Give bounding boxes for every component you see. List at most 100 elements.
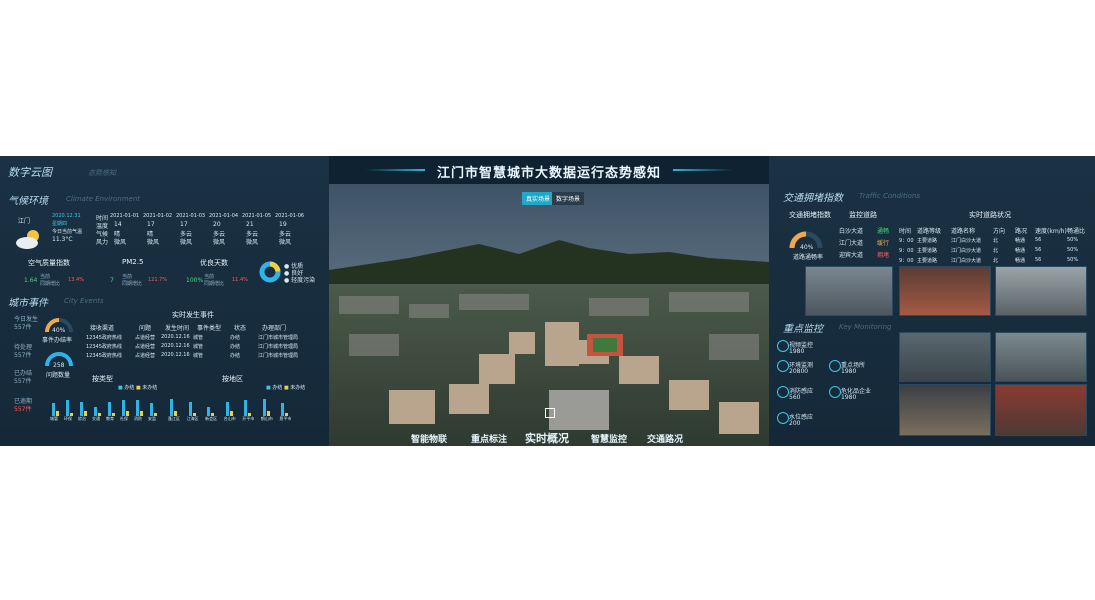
traffic-header: 方向: [993, 228, 1006, 235]
traffic-cell: 主要道路: [917, 238, 938, 244]
camera-feed-7[interactable]: [995, 384, 1087, 436]
table-cell: 办结: [230, 353, 241, 359]
nav-overview[interactable]: 实时概况: [525, 430, 569, 446]
by-type-title: 按类型: [92, 375, 113, 383]
good-days-value: 100%: [186, 277, 204, 284]
legend-light-pollution: ● 轻度污染: [284, 277, 316, 284]
today-temp: 11.3°C: [52, 236, 73, 243]
events-title: 城市事件: [8, 298, 48, 309]
camera-feed-4[interactable]: [899, 332, 991, 382]
forecast-date: 2021-01-05: [242, 213, 272, 219]
bar-done: [150, 403, 153, 416]
traffic-cell: 9：00: [899, 258, 914, 264]
aerial-city-view: [329, 184, 769, 446]
current-date: 2020.12.31: [52, 213, 81, 219]
issues-count: 258: [53, 362, 65, 369]
climate-title-en: Climate Environment: [66, 195, 141, 203]
table-cell: 2020.12.16: [161, 343, 190, 349]
traffic-cell: 畅通: [1015, 238, 1026, 244]
nav-key-markers[interactable]: 重点标注: [471, 432, 507, 445]
monitor-title: 重点监控: [783, 324, 823, 335]
by-type-legend: ■ 办结 ■ 未办结: [118, 385, 158, 391]
traffic-header: 道路名称: [951, 228, 976, 235]
table-header: 办理部门: [262, 325, 287, 332]
traffic-cell: 56: [1035, 237, 1042, 243]
issues-label: 问题数量: [46, 372, 71, 379]
good-days-label-change: 同期增比: [204, 281, 225, 287]
table-cell: 江门市城市管理局: [258, 344, 299, 350]
building-icon: [829, 360, 841, 372]
aqi-title: 空气质量指数: [28, 259, 70, 267]
pm25-label-change: 同期增比: [122, 281, 143, 287]
bar-done: [52, 403, 55, 416]
dashboard-screen: 数字云图 态势感知 气候环境 Climate Environment 江门 20…: [0, 156, 1095, 446]
camera-feed-6[interactable]: [899, 384, 991, 436]
camera-feed-2[interactable]: [899, 266, 991, 316]
stat-done-value: 557件: [14, 378, 32, 385]
traffic-header: 时间: [899, 228, 912, 235]
by-type-chart: [50, 392, 162, 416]
table-cell: 江门市城市管理局: [258, 335, 299, 341]
forecast-date: 2021-01-04: [209, 213, 239, 219]
digital-scene-button[interactable]: 数字场景: [552, 192, 585, 205]
camera-feed-1[interactable]: [805, 266, 893, 316]
by-area-axis: 蓬江区 江海区 新会区 台山市 开平市 鹤山市 恩平市: [168, 416, 298, 424]
traffic-index-heading: 交通拥堵指数: [789, 211, 831, 219]
table-cell: 办结: [230, 335, 241, 341]
table-cell: 12345政府热线: [86, 353, 122, 359]
traffic-cell: 主要道路: [917, 248, 938, 254]
camera-icon: [777, 340, 789, 352]
bar-done: [188, 401, 192, 416]
nav-smart-monitoring[interactable]: 智慧监控: [591, 432, 627, 445]
right-panel: 交通拥堵指数 Traffic Conditions 交通拥堵指数 监控道路 实时…: [769, 156, 1095, 446]
monitor-value: 1980: [789, 348, 805, 355]
road-status: 通畅: [877, 228, 890, 235]
bar-done: [136, 400, 139, 416]
pm25-change: 121.7%: [148, 277, 168, 283]
by-area-legend: ■ 办结 ■ 未办结: [266, 385, 306, 391]
bar-done: [225, 401, 229, 416]
table-cell: 城管: [193, 344, 204, 350]
bar-done: [94, 406, 97, 416]
traffic-cell: 9：00: [899, 248, 914, 254]
traffic-cell: 畅通: [1015, 258, 1026, 264]
stat-today-value: 557件: [14, 324, 32, 331]
traffic-cell: 北: [993, 248, 999, 254]
table-cell: 12345政府热线: [86, 344, 122, 350]
traffic-cell: 56: [1035, 247, 1042, 253]
bar-done: [281, 403, 285, 416]
axis-label: 恩平市: [279, 416, 292, 421]
forecast-wind: 微风: [147, 239, 160, 246]
traffic-title: 交通拥堵指数: [783, 193, 843, 204]
traffic-title-en: Traffic Conditions: [859, 192, 921, 200]
camera-feed-5[interactable]: [995, 332, 1087, 382]
nav-traffic[interactable]: 交通路况: [647, 432, 683, 445]
traffic-cell: 50%: [1067, 247, 1079, 253]
panel-title: 数字云图: [8, 166, 52, 179]
forecast-date: 2021-01-06: [275, 213, 305, 219]
city-3d-scene[interactable]: 真实场景 数字场景 智能物联 重点标注 实时概况 智慧监控 交通路况: [329, 184, 769, 446]
aqi-label-current: 当前: [40, 274, 51, 280]
by-area-title: 按地区: [222, 375, 243, 383]
aqi-label-change: 同期增比: [40, 281, 61, 287]
nav-iot[interactable]: 智能物联: [411, 432, 447, 445]
table-cell: 2020.12.16: [161, 352, 190, 358]
axis-label: 城管: [50, 416, 58, 421]
current-weekday: 星期四: [52, 221, 68, 227]
axis-label: 新会区: [205, 416, 218, 421]
traffic-header: 畅通比: [1067, 228, 1086, 235]
forecast-temp: 19: [279, 221, 287, 228]
city-name: 江门: [18, 218, 31, 225]
bar-done: [108, 401, 111, 416]
real-scene-button[interactable]: 真实场景: [522, 192, 555, 205]
cloud-sun-icon: [16, 230, 39, 249]
forecast-wind: 微风: [279, 239, 292, 246]
expand-icon[interactable]: [545, 408, 555, 418]
camera-feed-3[interactable]: [995, 266, 1087, 316]
aqi-change: 13.4%: [68, 277, 84, 283]
bar-done: [66, 400, 69, 416]
by-area-chart: [168, 392, 298, 416]
leaf-icon: [777, 360, 789, 372]
axis-label: 综治: [78, 416, 86, 421]
axis-label: 蓬江区: [168, 416, 180, 421]
